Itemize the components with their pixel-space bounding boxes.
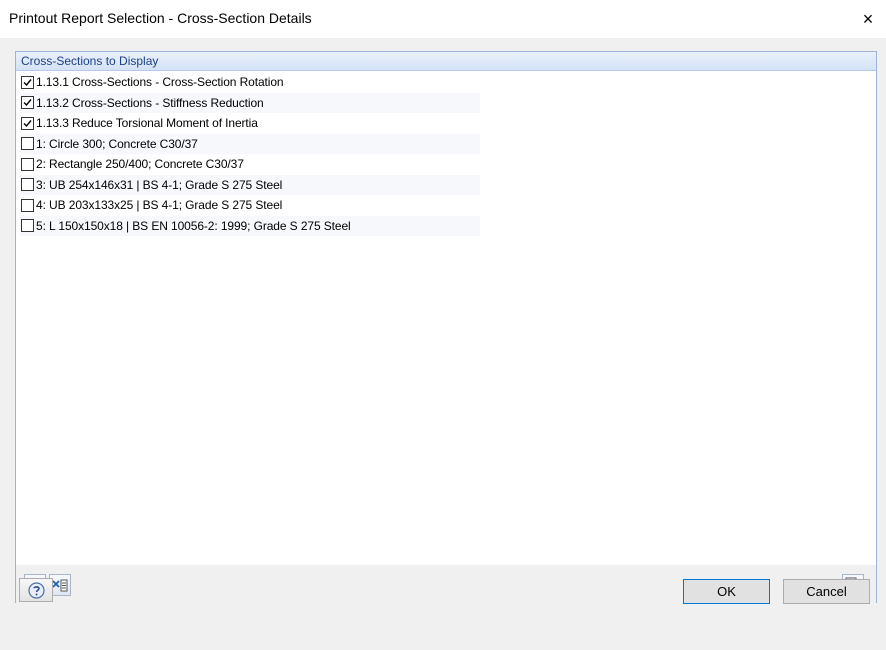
list-item[interactable]: 1.13.1 Cross-Sections - Cross-Section Ro… bbox=[20, 72, 480, 93]
ok-button[interactable]: OK bbox=[683, 579, 770, 604]
list-item-label: 1.13.3 Reduce Torsional Moment of Inerti… bbox=[36, 116, 258, 131]
list-item[interactable]: 3: UB 254x146x31 | BS 4-1; Grade S 275 S… bbox=[20, 174, 480, 195]
checkbox[interactable] bbox=[21, 157, 34, 171]
checkmark-icon bbox=[23, 99, 32, 107]
checkbox-checked[interactable] bbox=[21, 116, 34, 130]
close-icon[interactable]: × bbox=[856, 7, 880, 31]
checkmark-icon bbox=[23, 119, 32, 127]
list-item-label: 1: Circle 300; Concrete C30/37 bbox=[36, 136, 198, 151]
list-item-label: 5: L 150x150x18 | BS EN 10056-2: 1999; G… bbox=[36, 218, 351, 233]
help-button[interactable] bbox=[19, 578, 53, 602]
list-item-label: 1.13.2 Cross-Sections - Stiffness Reduct… bbox=[36, 95, 264, 110]
list-item[interactable]: 1: Circle 300; Concrete C30/37 bbox=[20, 133, 480, 154]
window-title: Printout Report Selection - Cross-Sectio… bbox=[9, 10, 312, 26]
list-item[interactable]: 4: UB 203x133x25 | BS 4-1; Grade S 275 S… bbox=[20, 195, 480, 216]
list-item-label: 2: Rectangle 250/400; Concrete C30/37 bbox=[36, 157, 244, 172]
list-item[interactable]: 2: Rectangle 250/400; Concrete C30/37 bbox=[20, 154, 480, 175]
checkbox[interactable] bbox=[21, 178, 34, 192]
group-header: Cross-Sections to Display bbox=[16, 52, 876, 71]
cancel-button[interactable]: Cancel bbox=[783, 579, 870, 604]
cross-section-list[interactable]: 1.13.1 Cross-Sections - Cross-Section Ro… bbox=[20, 72, 872, 564]
checkbox-checked[interactable] bbox=[21, 75, 34, 89]
list-item-label: 3: UB 254x146x31 | BS 4-1; Grade S 275 S… bbox=[36, 177, 283, 192]
checkbox[interactable] bbox=[21, 198, 34, 212]
checkbox-checked[interactable] bbox=[21, 96, 34, 110]
cross-sections-group: Cross-Sections to Display 1.13.1 Cross-S… bbox=[15, 51, 877, 603]
list-item[interactable]: 5: L 150x150x18 | BS EN 10056-2: 1999; G… bbox=[20, 215, 480, 236]
list-item-label: 1.13.1 Cross-Sections - Cross-Section Ro… bbox=[36, 75, 284, 90]
checkmark-icon bbox=[23, 78, 32, 86]
help-icon bbox=[28, 582, 45, 599]
dialog-client-area: Cross-Sections to Display 1.13.1 Cross-S… bbox=[0, 38, 886, 650]
checkbox[interactable] bbox=[21, 137, 34, 151]
title-bar: Printout Report Selection - Cross-Sectio… bbox=[0, 0, 886, 38]
uncheck-all-list-icon bbox=[52, 579, 68, 592]
list-item[interactable]: 1.13.2 Cross-Sections - Stiffness Reduct… bbox=[20, 92, 480, 113]
group-title: Cross-Sections to Display bbox=[21, 54, 159, 68]
list-item-label: 4: UB 203x133x25 | BS 4-1; Grade S 275 S… bbox=[36, 198, 283, 213]
list-item[interactable]: 1.13.3 Reduce Torsional Moment of Inerti… bbox=[20, 113, 480, 134]
checkbox[interactable] bbox=[21, 219, 34, 233]
